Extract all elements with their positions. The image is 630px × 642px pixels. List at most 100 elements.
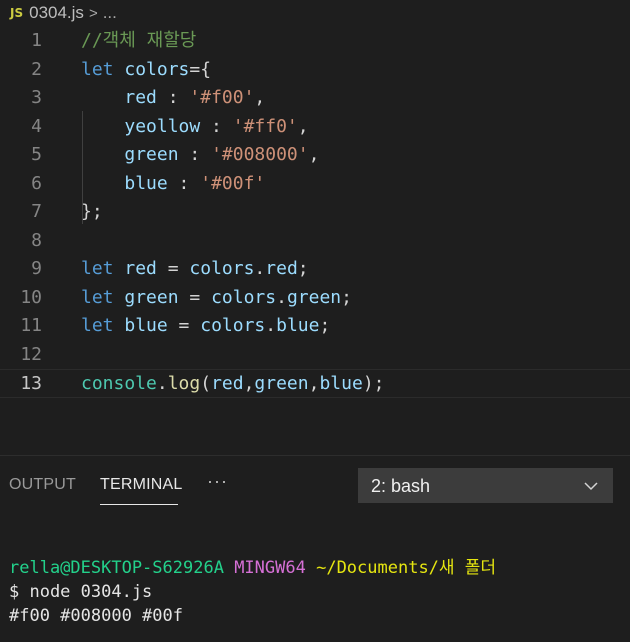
- code-token: '#008000': [211, 144, 309, 165]
- code-line[interactable]: 4 yeollow : '#ff0',: [0, 113, 630, 142]
- breadcrumb-file-name[interactable]: 0304.js: [29, 3, 84, 23]
- code-token: :: [156, 87, 190, 108]
- line-number: 3: [31, 87, 42, 108]
- terminal-output-line: #f00 #008000 #00f: [9, 606, 183, 626]
- code-text: yeollow : '#ff0',: [81, 113, 309, 142]
- code-token: blue: [319, 373, 363, 394]
- code-text: let blue = colors.blue;: [81, 312, 330, 341]
- line-number: 9: [31, 258, 42, 279]
- code-token: green: [286, 286, 342, 308]
- breadcrumb: JS 0304.js > ...: [0, 0, 630, 26]
- code-token: ;: [297, 258, 309, 279]
- code-token: colors: [211, 286, 277, 308]
- code-token: :: [167, 172, 201, 194]
- code-token: green: [124, 144, 179, 165]
- chevron-right-icon: >: [88, 4, 98, 22]
- line-number: 8: [31, 229, 42, 251]
- line-number: 2: [31, 58, 42, 80]
- code-token: console: [81, 373, 157, 394]
- code-token: .: [156, 373, 168, 394]
- code-editor[interactable]: 1//객체 재할당 2 let colors={3 red : '#f00', 4 y…: [0, 27, 630, 452]
- code-token: (: [200, 373, 212, 394]
- code-token: red: [124, 258, 157, 279]
- code-token: colors: [124, 58, 190, 80]
- code-token: .: [254, 258, 266, 279]
- code-line[interactable]: 2 let colors={: [0, 56, 630, 85]
- line-number: 13: [20, 373, 42, 394]
- code-token: :: [178, 144, 212, 165]
- code-token: '#f00': [189, 87, 255, 108]
- code-line[interactable]: 3 red : '#f00',: [0, 84, 630, 113]
- prompt-user-host: rella@DESKTOP-S62926A: [9, 558, 224, 578]
- js-file-icon: JS: [10, 6, 24, 20]
- code-line[interactable]: 12: [0, 341, 630, 370]
- line-number: 1: [31, 30, 42, 51]
- breadcrumb-symbol[interactable]: ...: [103, 3, 117, 23]
- code-token: };: [81, 201, 103, 222]
- code-line[interactable]: 13 console.log(red,green,blue);: [0, 369, 630, 398]
- tab-terminal[interactable]: TERMINAL: [100, 476, 183, 494]
- more-actions-icon[interactable]: ···: [207, 471, 228, 492]
- code-text: let red = colors.red;: [81, 255, 309, 284]
- line-number: 6: [31, 172, 42, 194]
- code-line[interactable]: 5 green : '#008000',: [0, 141, 630, 170]
- code-token: :: [200, 115, 233, 137]
- code-token: log: [167, 373, 201, 394]
- code-token: .: [265, 315, 277, 336]
- code-token: let: [81, 258, 114, 279]
- code-token: =: [156, 258, 190, 279]
- panel-divider: [0, 455, 630, 456]
- code-token: blue: [124, 315, 168, 336]
- terminal-prompt-line: rella@DESKTOP-S62926A MINGW64 ~/Document…: [9, 556, 496, 580]
- code-line[interactable]: 6 blue : '#00f': [0, 170, 630, 199]
- code-token: red: [211, 373, 244, 394]
- terminal-select-dropdown[interactable]: 2: bash: [358, 468, 613, 503]
- code-token: colors: [200, 315, 266, 336]
- code-token: ,: [308, 144, 320, 165]
- code-line[interactable]: 8: [0, 227, 630, 256]
- code-token: );: [362, 373, 385, 394]
- code-token: ;: [319, 315, 331, 336]
- code-token: ={: [189, 58, 212, 80]
- code-line[interactable]: 11 let blue = colors.blue;: [0, 312, 630, 341]
- line-number: 5: [31, 144, 42, 165]
- code-text: let green = colors.green;: [81, 284, 352, 313]
- code-token: let: [81, 315, 114, 336]
- code-token: colors: [189, 258, 255, 279]
- code-token: //객체 재할당: [81, 30, 197, 51]
- code-token: =: [167, 315, 201, 336]
- tab-output[interactable]: OUTPUT: [9, 476, 76, 494]
- code-token: green: [254, 373, 309, 394]
- code-token: '#00f': [200, 172, 266, 194]
- code-text: blue : '#00f': [81, 170, 265, 199]
- code-token: red: [124, 87, 157, 108]
- code-token: ;: [341, 286, 352, 308]
- code-line[interactable]: 1 //객체 재할당: [0, 27, 630, 56]
- code-token: blue: [276, 315, 320, 336]
- code-token: let: [81, 286, 114, 308]
- line-number: 11: [20, 315, 42, 336]
- code-token: let: [81, 58, 114, 80]
- terminal-select-label: 2: bash: [371, 476, 431, 496]
- code-text: //객체 재할당: [81, 27, 196, 56]
- code-token: ,: [254, 87, 266, 108]
- code-text: console.log(red,green,blue);: [81, 370, 385, 399]
- active-tab-indicator: [100, 504, 178, 505]
- terminal-command-line: $ node 0304.js: [9, 582, 153, 602]
- code-line[interactable]: 9 let red = colors.red;: [0, 255, 630, 284]
- code-token: blue: [124, 172, 168, 194]
- code-line[interactable]: 10 let green = colors.green;: [0, 284, 630, 313]
- prompt-env: MINGW64: [234, 558, 306, 578]
- code-token: green: [124, 286, 179, 308]
- code-line[interactable]: 7};: [0, 198, 630, 227]
- code-token: yeollow: [124, 115, 201, 137]
- code-token: ,: [297, 115, 309, 137]
- code-text: };: [81, 198, 103, 227]
- code-text: red : '#f00',: [81, 84, 265, 113]
